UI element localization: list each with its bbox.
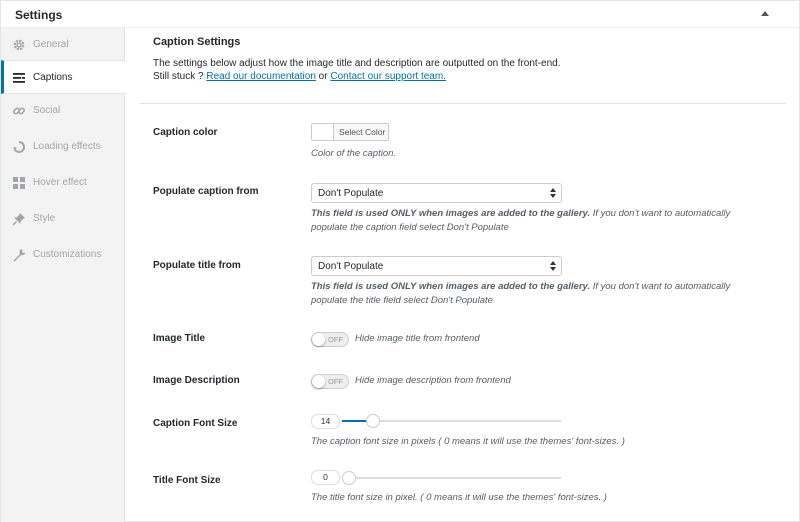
sidebar-item-label: Social [33, 105, 61, 116]
image-title-desc: Hide image title from frontend [355, 333, 480, 344]
toggle-state: OFF [328, 377, 343, 386]
select-color-button[interactable]: Select Color [311, 123, 389, 141]
section-description: The settings below adjust how the image … [153, 57, 753, 83]
sidebar-item-hover-effect[interactable]: Hover effect [1, 166, 125, 200]
caption-color-help: Color of the caption. [311, 148, 397, 159]
wrench-icon [12, 248, 26, 262]
image-description-label: Image Description [153, 375, 240, 386]
sidebar-item-captions[interactable]: Captions [1, 60, 126, 94]
select-value: Don't Populate [318, 188, 384, 199]
slider-thumb[interactable] [342, 471, 356, 485]
caption-color-label: Caption color [153, 127, 218, 138]
populate-caption-help: This field is used ONLY when images are … [311, 207, 761, 235]
image-description-desc: Hide image description from frontend [355, 375, 511, 386]
populate-title-select[interactable]: Don't Populate [311, 256, 562, 276]
support-link[interactable]: Contact our support team. [330, 71, 446, 82]
panel-header: Settings [1, 1, 799, 28]
link-icon [12, 104, 26, 118]
section-title: Caption Settings [153, 36, 241, 48]
sidebar-item-general[interactable]: General [1, 28, 125, 62]
color-swatch [312, 124, 334, 140]
toggle-knob [312, 375, 325, 388]
image-description-toggle[interactable]: OFF [311, 374, 349, 389]
caption-font-size-slider[interactable] [342, 414, 561, 428]
image-title-label: Image Title [153, 333, 206, 344]
panel-title: Settings [15, 8, 63, 22]
sidebar-item-label: General [33, 39, 69, 50]
slider-thumb[interactable] [365, 414, 380, 428]
collapse-arrow-icon[interactable] [761, 11, 769, 16]
section-desc-prefix: Still stuck ? [153, 71, 207, 82]
settings-sidebar: General Captions Social Loading effects … [1, 28, 126, 522]
image-title-toggle[interactable]: OFF [311, 332, 349, 347]
sidebar-item-customizations[interactable]: Customizations [1, 238, 125, 272]
grid-icon [12, 176, 26, 190]
sidebar-item-style[interactable]: Style [1, 202, 125, 236]
select-value: Don't Populate [318, 261, 384, 272]
divider [140, 103, 786, 104]
sidebar-item-label: Style [33, 213, 56, 224]
title-font-size-slider[interactable] [342, 471, 561, 485]
select-arrows-icon [550, 260, 556, 272]
settings-panel: Settings General Captions Social Loading… [0, 0, 800, 522]
populate-caption-label: Populate caption from [153, 186, 259, 197]
help-bold: This field is used ONLY when images are … [311, 208, 591, 219]
caption-font-size-help: The caption font size in pixels ( 0 mean… [311, 436, 625, 447]
select-color-label: Select Color [339, 127, 386, 137]
select-arrows-icon [550, 187, 556, 199]
populate-caption-select[interactable]: Don't Populate [311, 183, 562, 203]
section-desc-or: or [315, 71, 331, 82]
gear-icon [12, 38, 26, 52]
spinner-icon [12, 140, 26, 154]
title-font-size-value[interactable]: 0 [311, 470, 340, 485]
sidebar-item-label: Hover effect [33, 177, 87, 188]
sidebar-item-label: Captions [33, 72, 73, 83]
caption-lines-icon [12, 71, 26, 85]
sidebar-item-label: Loading effects [33, 141, 101, 152]
pin-icon [12, 212, 26, 226]
sidebar-item-label: Customizations [33, 249, 102, 260]
caption-font-size-label: Caption Font Size [153, 418, 238, 429]
toggle-knob [312, 333, 325, 346]
populate-title-help: This field is used ONLY when images are … [311, 280, 761, 308]
sidebar-item-loading-effects[interactable]: Loading effects [1, 130, 125, 164]
sidebar-item-social[interactable]: Social [1, 94, 125, 128]
populate-title-label: Populate title from [153, 260, 241, 271]
toggle-state: OFF [328, 335, 343, 344]
title-font-size-help: The title font size in pixel. ( 0 means … [311, 492, 607, 503]
settings-content: Caption Settings The settings below adju… [126, 28, 799, 522]
caption-font-size-value[interactable]: 14 [311, 414, 340, 429]
help-bold: This field is used ONLY when images are … [311, 281, 591, 292]
documentation-link[interactable]: Read our documentation [206, 71, 316, 82]
title-font-size-label: Title Font Size [153, 475, 221, 486]
section-desc-line1: The settings below adjust how the image … [153, 58, 561, 69]
